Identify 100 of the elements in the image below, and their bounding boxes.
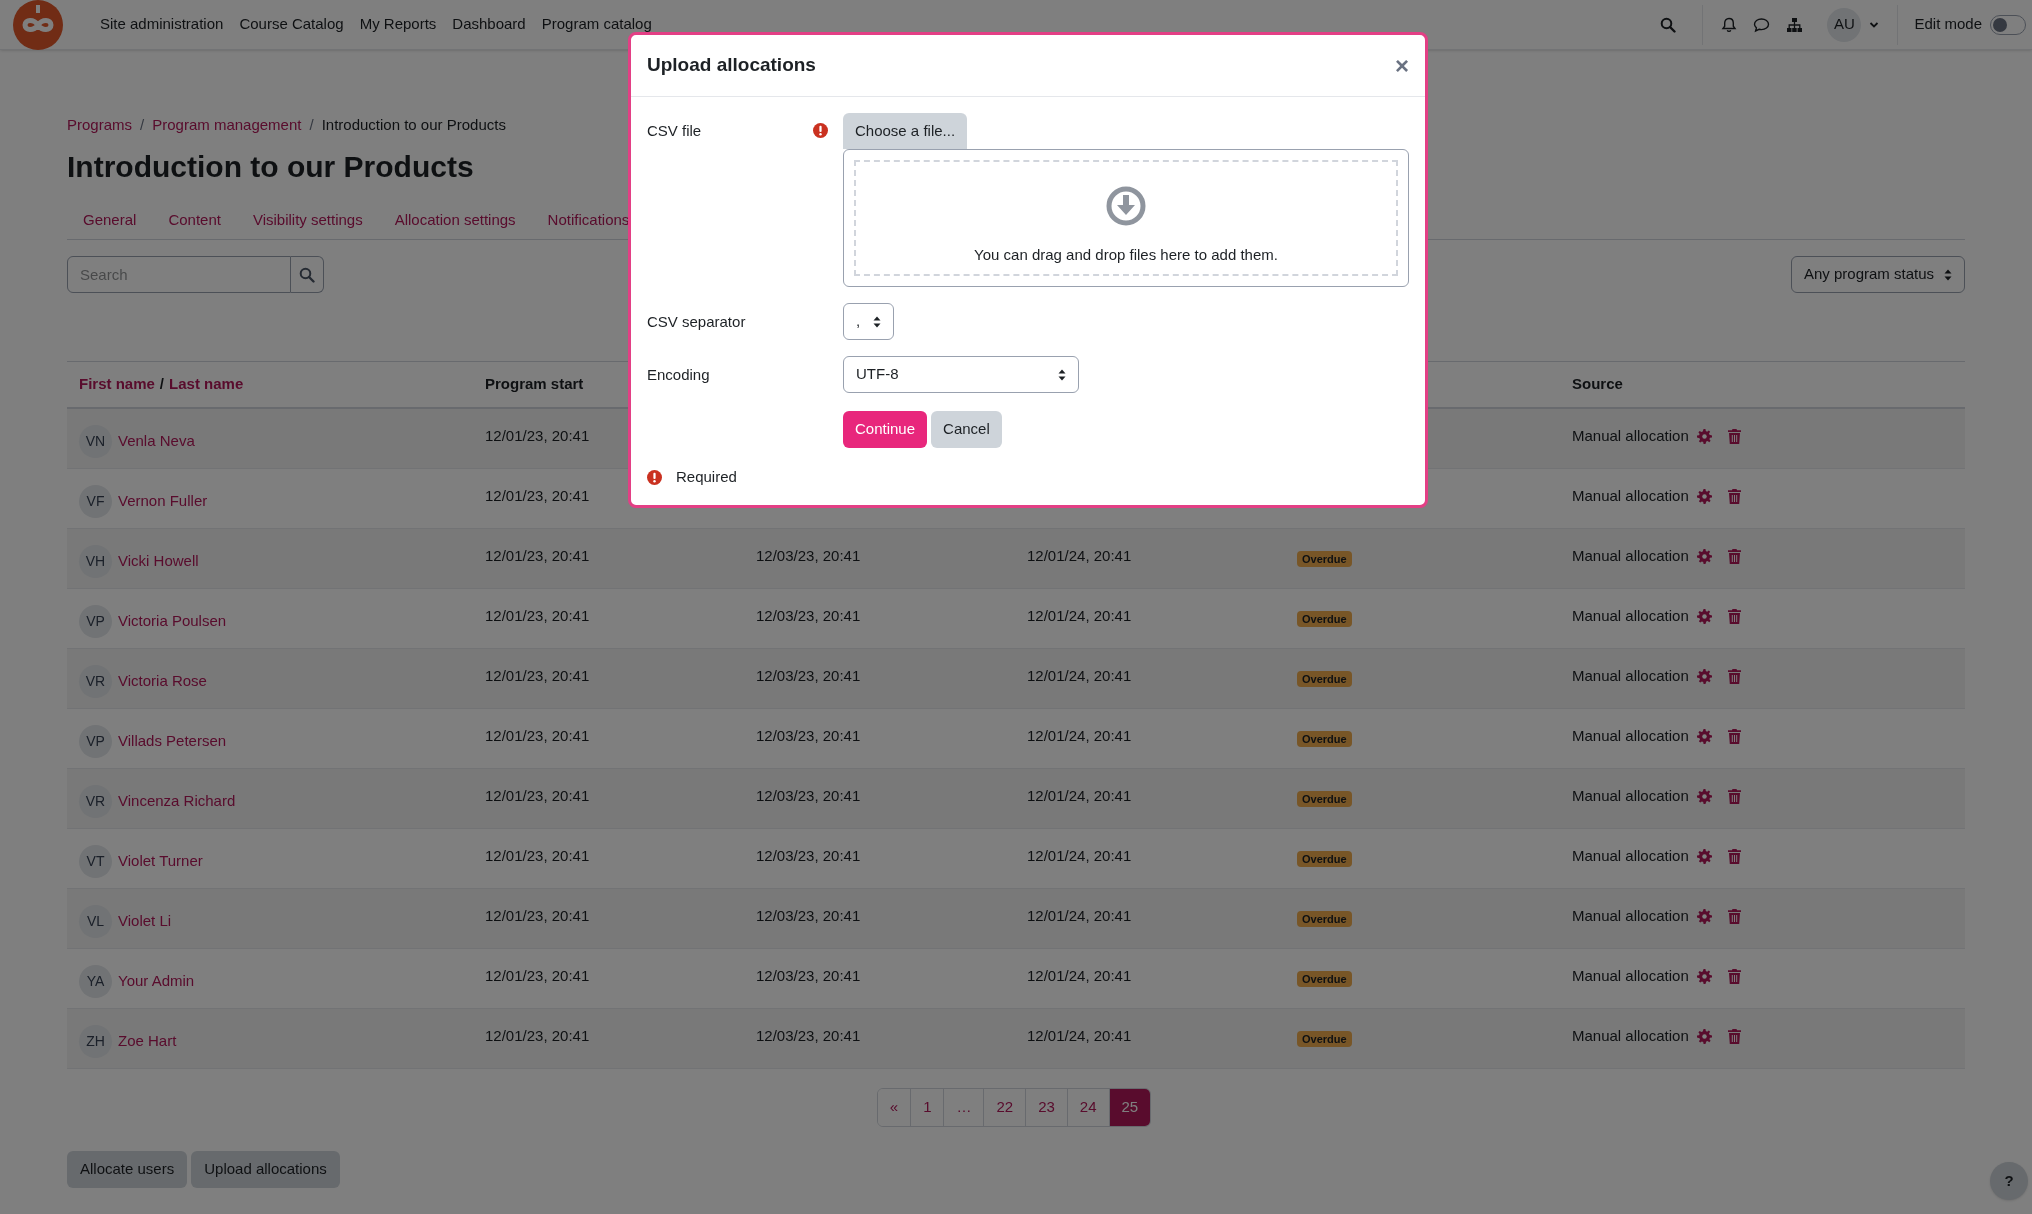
breadcrumb-current: Introduction to our Products [321, 115, 506, 135]
user-avatar: VL [79, 905, 112, 938]
delete-icon[interactable] [1727, 728, 1741, 744]
user-avatar: VP [79, 605, 112, 638]
table-cell: 12/01/23, 20:41 [485, 727, 590, 744]
logo[interactable] [12, 0, 64, 51]
required-note: Required [676, 467, 737, 487]
user-avatar: VF [79, 485, 112, 518]
breadcrumb-link[interactable]: Programs [67, 114, 133, 137]
tab[interactable]: Allocation settings [378, 200, 532, 239]
tab[interactable]: Content [152, 200, 237, 239]
breadcrumb-separator: / [309, 115, 314, 135]
delete-icon[interactable] [1727, 668, 1741, 684]
settings-icon[interactable] [1696, 668, 1712, 684]
user-avatar[interactable]: AU [1827, 7, 1862, 42]
delete-icon[interactable] [1727, 908, 1741, 924]
table-cell: 12/01/24, 20:41 [1027, 847, 1132, 864]
nav-link[interactable]: Program catalog [541, 5, 652, 44]
breadcrumb-link[interactable]: Program management [152, 114, 302, 137]
user-avatar: VR [79, 785, 112, 818]
search-field[interactable]: Search [67, 256, 291, 293]
cancel-button[interactable]: Cancel [931, 411, 1002, 448]
table-cell-text: Manual allocation [1572, 426, 1689, 446]
page-link[interactable]: 25 [1108, 1089, 1151, 1126]
user-name-link[interactable]: Zoe Hart [118, 1030, 177, 1053]
delete-icon[interactable] [1727, 488, 1741, 504]
settings-icon[interactable] [1696, 428, 1712, 444]
settings-icon[interactable] [1696, 548, 1712, 564]
user-name-link[interactable]: Vernon Fuller [118, 490, 208, 513]
table-cell: 12/03/23, 20:41 [756, 547, 861, 564]
search-icon[interactable] [1660, 16, 1677, 33]
status-badge: Overdue [1297, 791, 1352, 807]
updown-arrows-icon [1058, 368, 1066, 381]
settings-icon[interactable] [1696, 488, 1712, 504]
action-button[interactable]: Upload allocations [191, 1151, 340, 1188]
chevron-icon[interactable] [1869, 20, 1880, 29]
delete-icon[interactable] [1727, 848, 1741, 864]
tab[interactable]: General [67, 200, 153, 239]
settings-icon[interactable] [1696, 788, 1712, 804]
table-cell: 12/01/24, 20:41 [1027, 727, 1132, 744]
delete-icon[interactable] [1727, 428, 1741, 444]
delete-icon[interactable] [1727, 548, 1741, 564]
chat-icon[interactable] [1753, 16, 1771, 33]
table-cell: 12/03/23, 20:41 [756, 787, 861, 804]
table-cell-text: Manual allocation [1572, 906, 1689, 926]
settings-icon[interactable] [1696, 608, 1712, 624]
file-drop-area[interactable]: You can drag and drop files here to add them. [843, 149, 1409, 287]
user-name-link[interactable]: Your Admin [118, 970, 195, 993]
field-label: Encoding [647, 364, 710, 385]
user-name-link[interactable]: Venla Neva [118, 430, 195, 453]
delete-icon[interactable] [1727, 608, 1741, 624]
settings-icon[interactable] [1696, 728, 1712, 744]
status-filter-select[interactable]: Any program status [1790, 256, 1965, 293]
nav-link[interactable]: Course Catalog [239, 5, 344, 44]
user-name-link[interactable]: Violet Li [118, 910, 172, 933]
sitemap-icon[interactable] [1786, 16, 1804, 33]
tab[interactable]: Visibility settings [236, 200, 379, 239]
help-button[interactable]: ? [1990, 1162, 2028, 1200]
continue-button[interactable]: Continue [843, 411, 928, 448]
table-cell-text: Manual allocation [1572, 606, 1689, 626]
close-button[interactable]: × [1395, 53, 1409, 78]
status-badge: Overdue [1297, 671, 1352, 687]
settings-icon[interactable] [1696, 848, 1712, 864]
bell-icon[interactable] [1721, 16, 1738, 33]
delete-icon[interactable] [1727, 1028, 1741, 1044]
action-button[interactable]: Allocate users [67, 1151, 188, 1188]
encoding-select[interactable]: UTF-8 [843, 356, 1079, 393]
delete-icon[interactable] [1727, 968, 1741, 984]
table-cell-text: Manual allocation [1572, 486, 1689, 506]
updown-arrows-icon [873, 315, 881, 328]
table-cell: 12/01/23, 20:41 [485, 547, 590, 564]
nav-link[interactable]: Dashboard [452, 5, 526, 44]
nav-link[interactable]: My Reports [359, 5, 437, 44]
user-name-link[interactable]: Violet Turner [118, 850, 203, 873]
column-sort-link[interactable]: First name [79, 373, 155, 396]
choose-file-button[interactable]: Choose a file... [843, 113, 968, 149]
table-cell: 12/01/23, 20:41 [485, 847, 590, 864]
table-cell: 12/01/24, 20:41 [1027, 607, 1132, 624]
status-badge: Overdue [1297, 851, 1352, 867]
table-cell: 12/03/23, 20:41 [756, 667, 861, 684]
table-cell: 12/01/23, 20:41 [485, 1027, 590, 1044]
column-sort-link[interactable]: Last name [169, 373, 244, 396]
table-cell: 12/01/23, 20:41 [485, 607, 590, 624]
user-avatar: YA [79, 965, 112, 998]
search-button[interactable] [291, 256, 324, 293]
table-cell-text: Manual allocation [1572, 1026, 1689, 1046]
settings-icon[interactable] [1696, 1028, 1712, 1044]
user-name-link[interactable]: Vicki Howell [118, 550, 199, 573]
separator-select[interactable]: , [843, 303, 894, 340]
settings-icon[interactable] [1696, 908, 1712, 924]
edit-mode-toggle[interactable] [1990, 14, 2026, 35]
user-name-link[interactable]: Vincenza Richard [118, 790, 236, 813]
delete-icon[interactable] [1727, 788, 1741, 804]
table-cell: 12/03/23, 20:41 [756, 847, 861, 864]
user-name-link[interactable]: Victoria Poulsen [118, 610, 227, 633]
nav-link[interactable]: Site administration [100, 5, 224, 44]
settings-icon[interactable] [1696, 968, 1712, 984]
user-name-link[interactable]: Villads Petersen [118, 730, 227, 753]
table-cell: 12/01/24, 20:41 [1027, 1027, 1132, 1044]
user-name-link[interactable]: Victoria Rose [118, 670, 207, 693]
